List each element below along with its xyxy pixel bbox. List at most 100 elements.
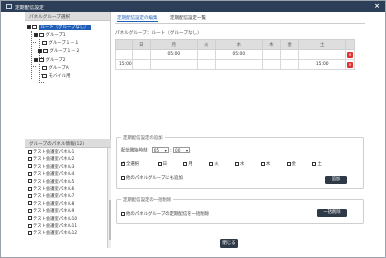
minute-select[interactable]: 00 — [173, 147, 191, 153]
cell-thu[interactable] — [261, 59, 281, 70]
header-sun: 日 — [131, 39, 152, 50]
panel-icon — [28, 193, 32, 198]
cell-sat[interactable]: 15:00 — [298, 59, 346, 70]
tree-node-group1[interactable]: グループ1 — [34, 32, 66, 39]
add-section-title: 定期配信設定の追加 — [121, 135, 165, 141]
tree-node-groupA[interactable]: グループA — [42, 65, 69, 72]
checkbox-icon[interactable] — [286, 161, 291, 166]
list-item[interactable]: テスト会議室パネル11 — [28, 223, 77, 230]
list-item[interactable]: テスト会議室パネル5 — [28, 179, 74, 186]
checkbox-sun[interactable]: 日 — [157, 161, 167, 167]
row-time: 15:00 — [115, 59, 133, 70]
row-time — [115, 49, 133, 60]
checkbox-icon[interactable] — [183, 161, 188, 166]
scrollbar-thumb[interactable] — [108, 200, 111, 240]
cell-wed[interactable] — [215, 59, 263, 70]
bulk-delete-button[interactable]: 一括削除 — [317, 209, 347, 217]
close-button[interactable]: 閉じる — [220, 239, 238, 248]
checkbox-sat[interactable]: 土 — [312, 161, 322, 167]
list-item[interactable]: テスト会議室パネル12 — [28, 230, 77, 237]
panel-list-body: テスト会議室パネル1 テスト会議室パネル2 テスト会議室パネル3 テスト会議室パ… — [25, 148, 111, 248]
list-item[interactable]: テスト会議室パネル1 — [28, 149, 74, 156]
folder-icon — [39, 57, 44, 62]
panel-icon — [28, 201, 32, 206]
checkbox-tue[interactable]: 火 — [209, 161, 219, 167]
checkbox-all[interactable]: 全選択 — [121, 161, 139, 167]
trash-icon[interactable]: ✕ — [347, 61, 353, 68]
list-scrollbar[interactable] — [107, 148, 111, 248]
apply-all-row[interactable]: 他のパネルグループにも追加 — [121, 175, 183, 181]
tree-node-group1-2[interactable]: グループ１－２ — [38, 48, 80, 55]
day-checkboxes: 全選択 日 月 火 水 木 金 土 — [121, 161, 322, 167]
checkbox-icon[interactable] — [121, 211, 125, 216]
panel-icon — [28, 171, 32, 176]
left-panel: パネルグループ選択 ルート（グループなし） グループ1 グループ１－１ グループ… — [25, 12, 111, 248]
collapse-icon[interactable] — [34, 32, 38, 37]
close-icon[interactable]: × — [374, 2, 380, 10]
panel-icon — [28, 208, 32, 213]
cell-tue[interactable] — [196, 49, 217, 60]
bulk-delete-section: 定期配信設定の一括削除 他のパネルグループの定期配信を一括削除 一括削除 — [116, 197, 364, 224]
tab-edit[interactable]: 定期配信設定の編集 — [117, 15, 158, 22]
list-item[interactable]: テスト会議室パネル9 — [28, 208, 74, 215]
tab-divider — [115, 23, 365, 24]
list-item[interactable]: テスト会議室パネル2 — [28, 156, 74, 163]
trash-icon[interactable]: ✕ — [347, 51, 353, 58]
panel-icon — [28, 149, 32, 154]
bulk-delete-row[interactable]: 他のパネルグループの定期配信を一括削除 — [121, 211, 209, 217]
cell-mon[interactable]: 05:00 — [150, 49, 198, 60]
panel-icon — [28, 164, 32, 169]
folder-icon — [42, 40, 47, 45]
hour-select[interactable]: 05 — [151, 147, 169, 153]
title-bar: 定期配信設定 × — [1, 1, 385, 12]
list-item[interactable]: テスト会議室パネル10 — [28, 216, 77, 223]
checkbox-icon[interactable] — [235, 161, 240, 166]
add-button[interactable]: 追加 — [325, 176, 347, 184]
tree-node-group1-1[interactable]: グループ１－１ — [42, 40, 79, 47]
checkbox-wed[interactable]: 水 — [235, 161, 244, 167]
collapse-icon[interactable] — [34, 57, 38, 62]
calendar-header-row: 日 月 火 水 木 金 土 — [115, 39, 355, 50]
tab-list[interactable]: 定期配信設定一覧 — [170, 15, 206, 21]
tree-node-group2[interactable]: グループ2 — [34, 57, 66, 64]
collapse-icon[interactable] — [27, 24, 31, 29]
tree-node-root[interactable]: ルート（グループなし） — [27, 24, 91, 31]
list-item[interactable]: テスト会議室パネル4 — [28, 171, 74, 178]
checkbox-fri[interactable]: 金 — [286, 161, 296, 167]
cell-mon[interactable] — [150, 59, 198, 70]
checkbox-thu[interactable]: 木 — [260, 161, 270, 167]
checkbox-icon[interactable] — [157, 161, 162, 166]
panel-list: グループのパネル情報(12) テスト会議室パネル1 テスト会議室パネル2 テスト… — [25, 139, 111, 248]
cell-fri[interactable] — [279, 59, 300, 70]
checkbox-icon[interactable] — [260, 161, 265, 166]
tree-node-mobile[interactable]: モバイル用 — [42, 73, 70, 80]
list-item[interactable]: テスト会議室パネル8 — [28, 201, 74, 208]
table-row: 15:00 15:00 ✕ — [115, 59, 355, 70]
panel-icon — [28, 230, 32, 235]
start-time-label: 配信開始時刻 — [121, 148, 148, 154]
checkbox-icon[interactable] — [121, 175, 125, 180]
schedule-dialog: 定期配信設定 × パネルグループ選択 ルート（グループなし） グループ1 グルー… — [0, 0, 386, 258]
checkbox-mon[interactable]: 月 — [183, 161, 193, 167]
checkbox-icon[interactable] — [209, 161, 214, 166]
start-time-row: 配信開始時刻 05 : 00 — [121, 147, 191, 154]
cell-sun[interactable] — [131, 59, 152, 70]
window-title: 定期配信設定 — [15, 5, 44, 11]
cell-wed[interactable]: 05:00 — [215, 49, 263, 60]
cell-sat[interactable] — [298, 49, 346, 60]
expand-icon[interactable] — [38, 48, 42, 53]
list-item[interactable]: テスト会議室パネル6 — [28, 186, 74, 193]
cell-fri[interactable] — [279, 49, 300, 60]
cell-sun[interactable] — [131, 49, 152, 60]
panel-icon — [28, 186, 32, 191]
header-sat: 土 — [298, 39, 346, 50]
header-fri: 金 — [279, 39, 300, 50]
checkbox-icon[interactable] — [312, 161, 317, 166]
folder-icon — [43, 48, 48, 53]
cell-tue[interactable] — [196, 59, 217, 70]
cell-thu[interactable] — [261, 49, 281, 60]
list-item[interactable]: テスト会議室パネル3 — [28, 164, 74, 171]
panel-group-title: パネルグループ：ルート（グループなし） — [115, 31, 202, 36]
checkbox-icon[interactable] — [121, 161, 125, 166]
list-item[interactable]: テスト会議室パネル7 — [28, 193, 74, 200]
